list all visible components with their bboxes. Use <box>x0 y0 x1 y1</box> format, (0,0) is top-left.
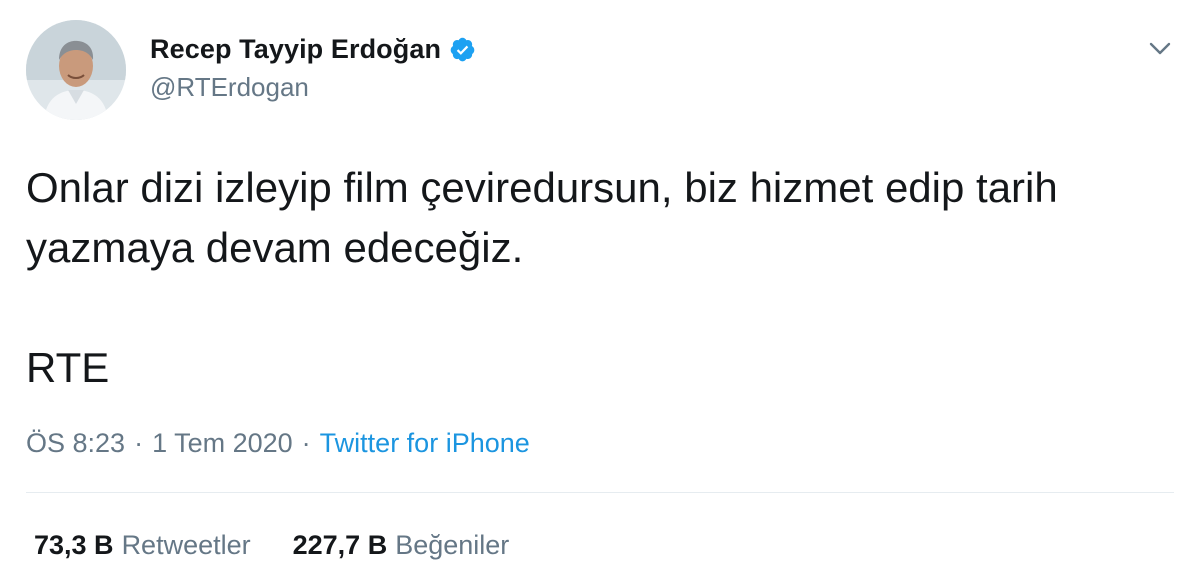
author-display-name[interactable]: Recep Tayyip Erdoğan <box>150 34 441 65</box>
tweet-text: Onlar dizi izleyip film çeviredursun, bi… <box>26 164 1058 271</box>
meta-separator: · <box>134 428 144 458</box>
likes-stat[interactable]: 227,7 B Beğeniler <box>293 526 510 564</box>
retweets-count: 73,3 B <box>34 530 114 560</box>
tweet-source-link[interactable]: Twitter for iPhone <box>320 424 530 462</box>
divider <box>26 492 1174 493</box>
meta-separator: · <box>301 428 311 458</box>
retweets-stat[interactable]: 73,3 B Retweetler <box>34 526 251 564</box>
tweet-time[interactable]: ÖS 8:23 <box>26 424 125 462</box>
avatar[interactable] <box>26 20 126 120</box>
tweet-signature: RTE <box>26 344 110 391</box>
likes-count: 227,7 B <box>292 530 388 560</box>
verified-badge-icon <box>449 36 476 63</box>
tweet-stats: 73,3 B Retweetler 227,7 B Beğeniler <box>34 526 509 564</box>
retweets-label: Retweetler <box>121 530 251 560</box>
chevron-down-icon[interactable] <box>1146 34 1174 62</box>
tweet-card: Recep Tayyip Erdoğan @RTErdogan Onlar di… <box>0 0 1200 577</box>
author-name-row: Recep Tayyip Erdoğan <box>150 31 476 67</box>
tweet-meta: ÖS 8:23 · 1 Tem 2020 · Twitter for iPhon… <box>26 424 530 462</box>
likes-label: Beğeniler <box>395 530 510 560</box>
tweet-date[interactable]: 1 Tem 2020 <box>152 424 293 462</box>
avatar-image <box>26 20 126 120</box>
author-handle[interactable]: @RTErdogan <box>150 72 309 103</box>
